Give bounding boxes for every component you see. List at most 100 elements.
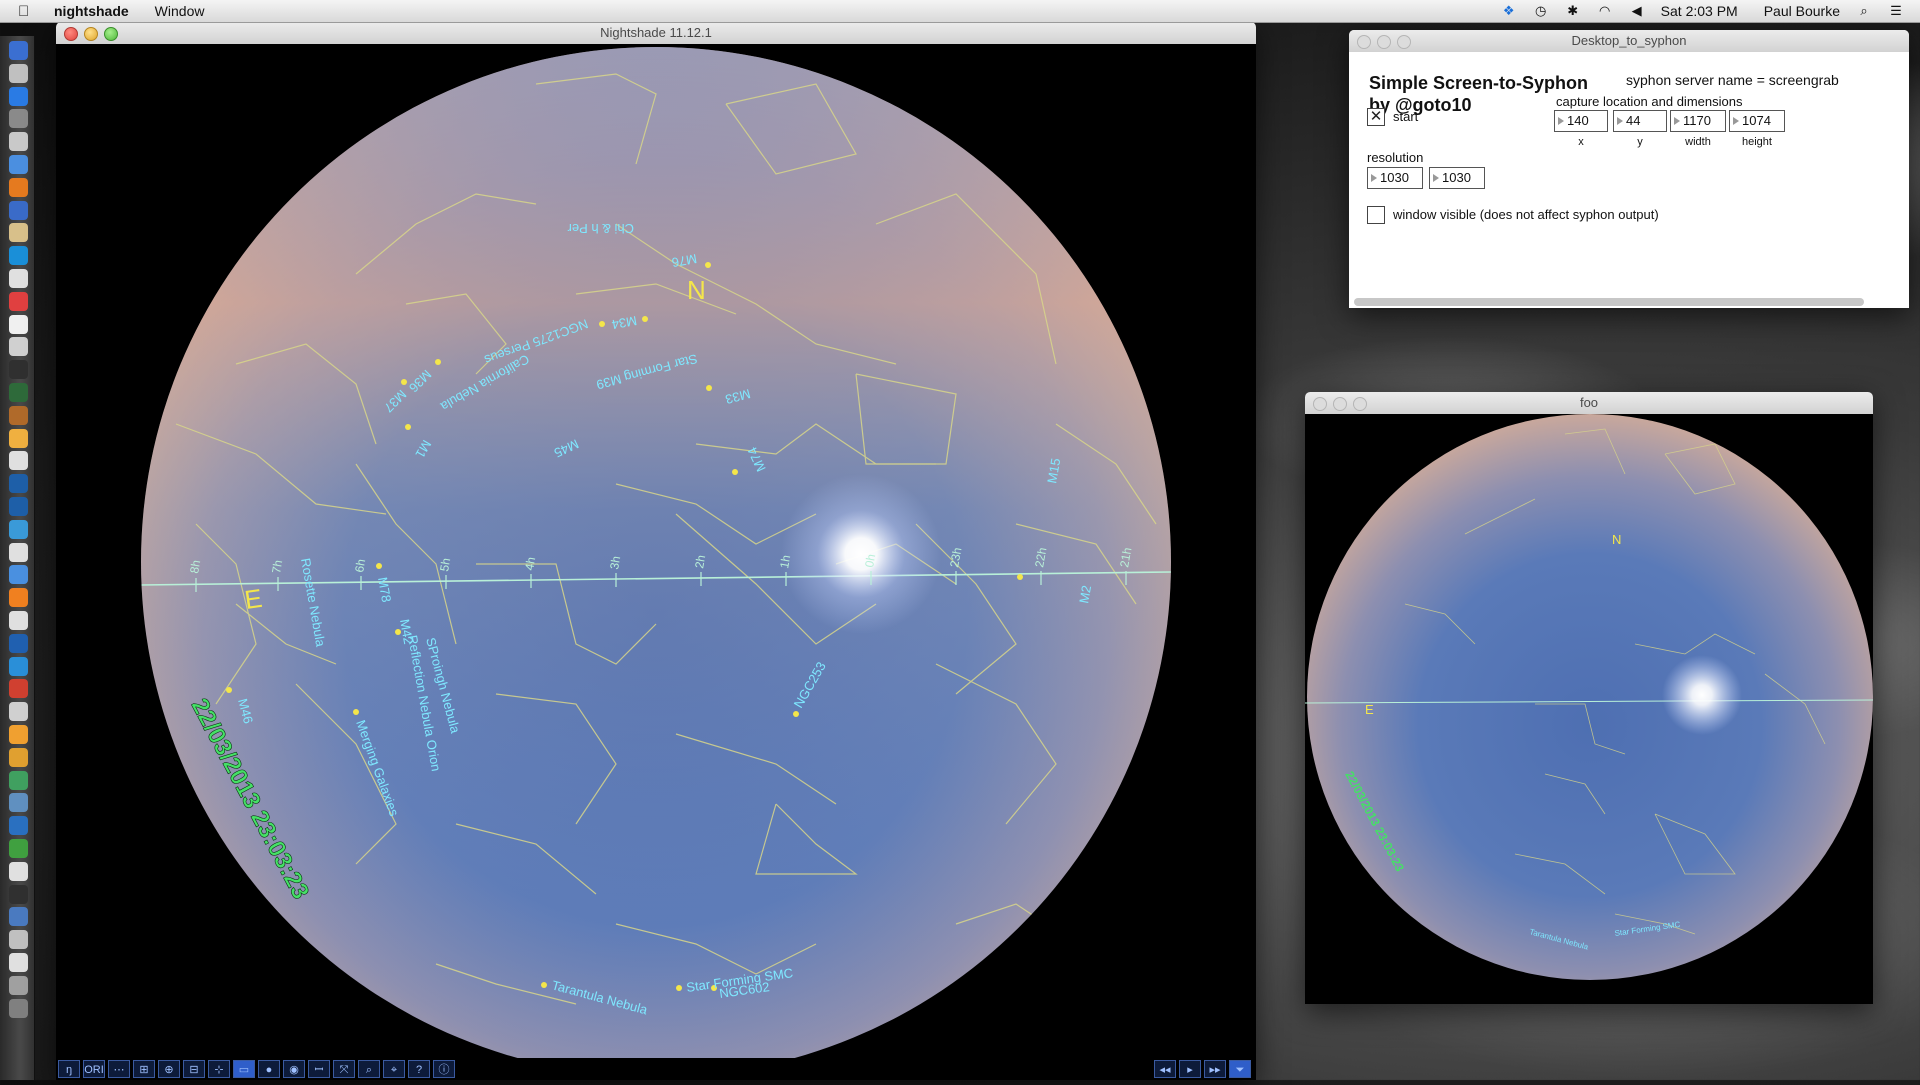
dock-app-icon[interactable] <box>9 542 28 562</box>
toolbar-button[interactable]: ⌕ <box>358 1060 380 1078</box>
resolution-width-box[interactable]: 1030 <box>1367 167 1423 189</box>
toolbar-button[interactable]: ⤧ <box>333 1060 355 1078</box>
minimize-button[interactable] <box>1377 35 1391 49</box>
dock-app-icon[interactable] <box>9 132 28 152</box>
menu-app-name[interactable]: nightshade <box>54 3 129 19</box>
close-button[interactable] <box>1313 397 1327 411</box>
dock-app-icon[interactable] <box>9 930 28 950</box>
dock-app-icon[interactable] <box>9 565 28 585</box>
dock-app-icon[interactable] <box>9 109 28 129</box>
time-machine-icon[interactable]: ◷ <box>1533 3 1549 19</box>
menubar-clock[interactable]: Sat 2:03 PM <box>1661 3 1738 19</box>
playback-button[interactable]: ◂◂ <box>1154 1060 1176 1078</box>
dock-app-icon[interactable] <box>9 816 28 836</box>
dock-app-icon[interactable] <box>9 633 28 653</box>
dock-app-icon[interactable] <box>9 679 28 699</box>
dock-app-icon[interactable] <box>9 428 28 448</box>
toolbar-button[interactable]: ORI <box>83 1060 105 1078</box>
dock-app-icon[interactable] <box>9 41 28 60</box>
menubar-user[interactable]: Paul Bourke <box>1764 3 1840 19</box>
foo-titlebar[interactable]: foo <box>1305 392 1873 415</box>
minimize-button[interactable] <box>1333 397 1347 411</box>
wifi-icon[interactable]: ◠ <box>1597 3 1613 19</box>
minimize-button[interactable] <box>84 27 98 41</box>
playback-button[interactable]: ▸▸ <box>1204 1060 1226 1078</box>
dock-app-icon[interactable] <box>9 793 28 813</box>
toolbar-button[interactable]: ⊟ <box>183 1060 205 1078</box>
menu-window[interactable]: Window <box>155 3 205 19</box>
dock-app-icon[interactable] <box>9 63 28 83</box>
dropbox-icon[interactable]: ❖ <box>1501 3 1517 19</box>
syphon-titlebar[interactable]: Desktop_to_syphon <box>1349 30 1909 53</box>
dock-app-icon[interactable] <box>9 383 28 402</box>
spotlight-icon[interactable]: ⌕ <box>1856 3 1872 19</box>
zoom-button[interactable] <box>1353 397 1367 411</box>
y-number-box[interactable]: 44 <box>1613 110 1667 132</box>
dock-app-icon[interactable] <box>9 656 28 676</box>
dock-app-icon[interactable] <box>9 86 28 106</box>
x-number-box[interactable]: 140 <box>1554 110 1608 132</box>
zoom-button[interactable] <box>104 27 118 41</box>
foo-viewport[interactable]: N E Tarantula Nebula Star Forming SMC 22… <box>1304 414 1874 1004</box>
toolbar-button[interactable]: ◉ <box>283 1060 305 1078</box>
toolbar-button[interactable]: ⌖ <box>383 1060 405 1078</box>
toolbar-button[interactable]: ŋ <box>58 1060 80 1078</box>
dock-app-icon[interactable] <box>9 155 28 174</box>
height-number-box[interactable]: 1074 <box>1729 110 1785 132</box>
toolbar-button[interactable]: ? <box>408 1060 430 1078</box>
playback-button[interactable]: ⏷ <box>1229 1060 1251 1078</box>
dock-app-icon[interactable] <box>9 497 28 516</box>
dock-app-icon[interactable] <box>9 405 28 425</box>
bluetooth-icon[interactable]: ✱ <box>1565 3 1581 19</box>
horizontal-scrollbar[interactable] <box>1354 298 1864 306</box>
window-title: Nightshade 11.12.1 <box>600 25 712 40</box>
dock-app-icon[interactable] <box>9 975 28 995</box>
close-button[interactable] <box>1357 35 1371 49</box>
dock-app-icon[interactable] <box>9 337 28 357</box>
toolbar-button[interactable]: ⊞ <box>133 1060 155 1078</box>
dock-app-icon[interactable] <box>9 702 28 722</box>
toolbar-button[interactable]: ⓘ <box>433 1060 455 1078</box>
dock-app-icon[interactable] <box>9 907 28 927</box>
dock-app-icon[interactable] <box>9 839 28 858</box>
dock-app-icon[interactable] <box>9 861 28 881</box>
dock-app-icon[interactable] <box>9 246 28 266</box>
apple-menu-icon[interactable]:  <box>18 3 40 20</box>
dock-app-icon[interactable] <box>9 177 28 197</box>
dock-app-icon[interactable] <box>9 474 28 494</box>
dock-app-icon[interactable] <box>9 314 28 334</box>
dock-app-icon[interactable] <box>9 770 28 790</box>
dock-app-icon[interactable] <box>9 611 28 630</box>
volume-icon[interactable]: ◀ <box>1629 3 1645 19</box>
toolbar-button[interactable]: ⊕ <box>158 1060 180 1078</box>
dock-app-icon[interactable] <box>9 747 28 767</box>
sky-dome[interactable]: 8h 7h 6h 5h 4h 3h 2h 1h 0h 23h 22h 21h N… <box>56 44 1256 1080</box>
resolution-height-box[interactable]: 1030 <box>1429 167 1485 189</box>
toolbar-button[interactable]: ⊹ <box>208 1060 230 1078</box>
dock-app-icon[interactable] <box>9 360 28 380</box>
toolbar-button[interactable]: ▭ <box>233 1060 255 1078</box>
toolbar-button[interactable]: ꟷ <box>308 1060 330 1078</box>
playback-button[interactable]: ▸ <box>1179 1060 1201 1078</box>
dock-app-icon[interactable] <box>9 588 28 608</box>
start-checkbox[interactable]: ✕ <box>1367 108 1385 126</box>
zoom-button[interactable] <box>1397 35 1411 49</box>
dock-app-icon[interactable] <box>9 200 28 220</box>
dock-app-icon[interactable] <box>9 953 28 972</box>
dock-app-icon[interactable] <box>9 725 28 744</box>
dock-app-icon[interactable] <box>9 291 28 311</box>
dock-app-icon[interactable] <box>9 223 28 243</box>
notification-center-icon[interactable]: ☰ <box>1888 3 1904 19</box>
nightshade-viewport[interactable]: 8h 7h 6h 5h 4h 3h 2h 1h 0h 23h 22h 21h N… <box>56 44 1256 1080</box>
close-button[interactable] <box>64 27 78 41</box>
dock-app-icon[interactable] <box>9 451 28 471</box>
dock-app-icon[interactable] <box>9 269 28 288</box>
nightshade-titlebar[interactable]: Nightshade 11.12.1 <box>56 22 1256 45</box>
toolbar-button[interactable]: ⋯ <box>108 1060 130 1078</box>
width-number-box[interactable]: 1170 <box>1670 110 1726 132</box>
window-visible-checkbox[interactable] <box>1367 206 1385 224</box>
toolbar-button[interactable]: ● <box>258 1060 280 1078</box>
dock-app-icon[interactable] <box>9 998 28 1018</box>
dock-app-icon[interactable] <box>9 884 28 904</box>
dock-app-icon[interactable] <box>9 519 28 539</box>
